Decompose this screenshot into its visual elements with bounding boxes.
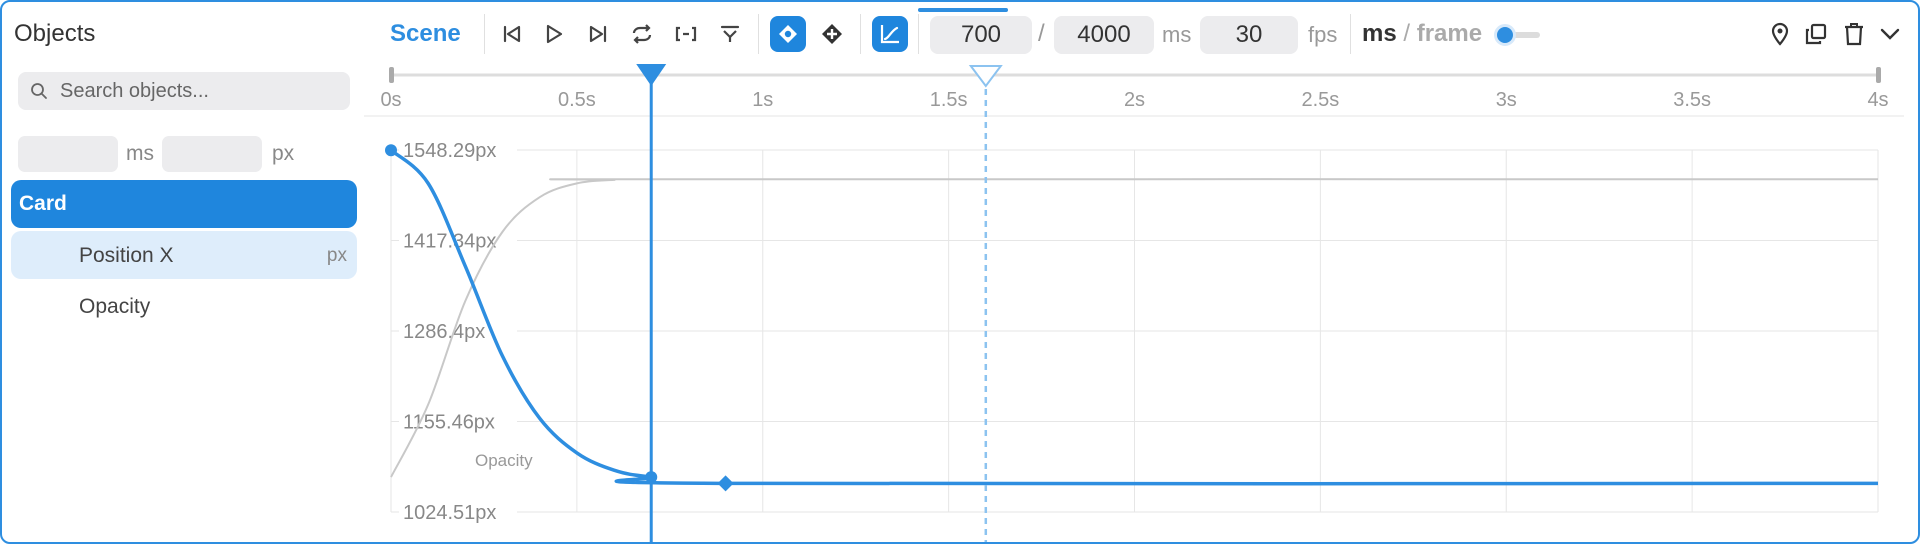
y-axis-label: 1417.34px xyxy=(403,231,496,253)
range-end-handle[interactable] xyxy=(1876,67,1881,83)
ruler-tick-label: 0s xyxy=(380,89,401,111)
ruler-tick-label: 0.5s xyxy=(558,89,596,111)
curve-label-opacity: Opacity xyxy=(475,451,533,470)
ruler-tick-label: 1.5s xyxy=(930,89,968,111)
y-axis-label: 1548.29px xyxy=(403,140,496,162)
keyframe-diamond[interactable] xyxy=(717,475,734,492)
ruler-tick-label: 2s xyxy=(1124,89,1145,111)
curve-start-point[interactable] xyxy=(385,144,397,157)
ruler-tick-label: 3s xyxy=(1496,89,1517,111)
ruler-tick-label: 2.5s xyxy=(1301,89,1339,111)
y-axis-label: 1024.51px xyxy=(403,502,496,524)
timeline-panel: Objects ms px Card Position X px Opacity… xyxy=(0,0,1920,544)
timeline-graph[interactable]: 0s 0.5s 1s 1.5s 2s 2.5s 3s 3.5s 4s 1548.29px 1417.… xyxy=(2,2,1918,542)
ruler-tick-label: 4s xyxy=(1867,89,1888,111)
range-start-handle[interactable] xyxy=(389,67,394,83)
ruler-tick-label: 3.5s xyxy=(1673,89,1711,111)
ruler-tick-label: 1s xyxy=(752,89,773,111)
y-axis-label: 1286.4px xyxy=(403,321,485,343)
keyframe-point[interactable] xyxy=(645,471,658,484)
